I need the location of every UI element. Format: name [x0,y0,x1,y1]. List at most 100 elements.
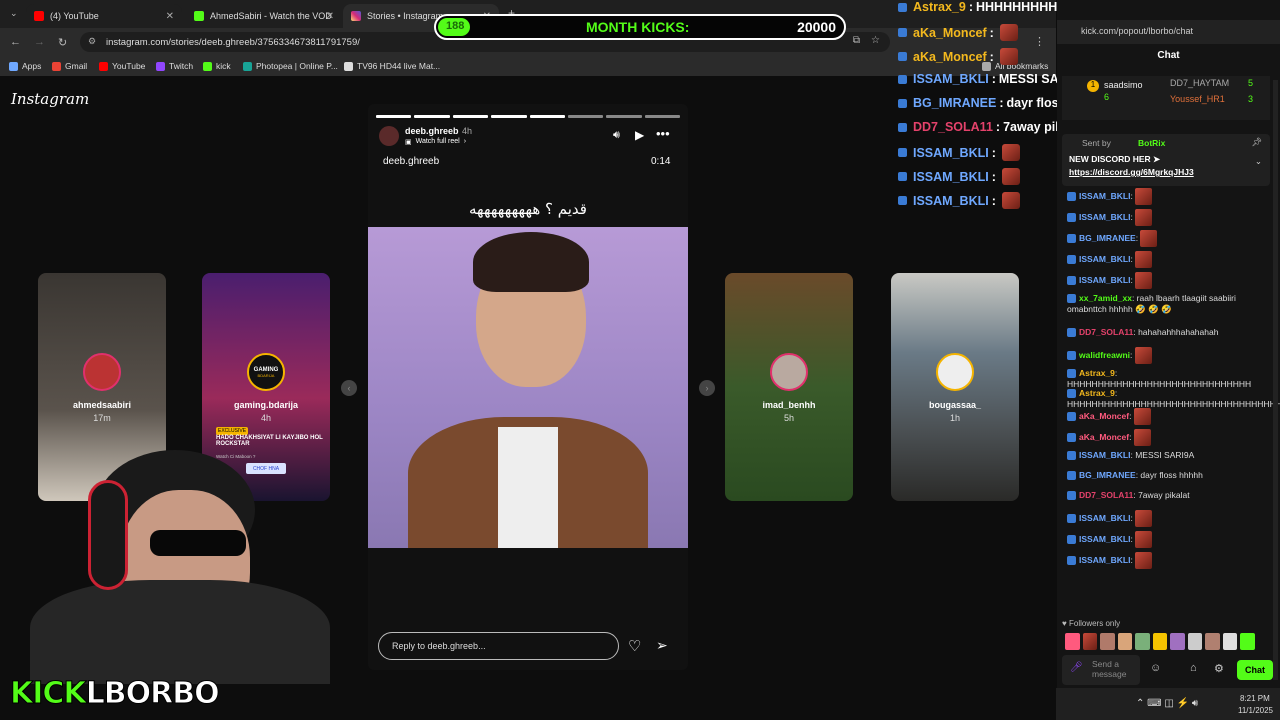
emote-icon[interactable] [1152,633,1168,650]
microphone-icon[interactable]: 🎤︎ [1070,663,1083,673]
chat-text: MESSI SARI9A [1135,450,1195,460]
tab-list-icon[interactable]: ⌄ [10,8,18,19]
badge-icon [1067,535,1076,544]
emote-icon[interactable] [1117,633,1133,650]
send-message-input[interactable]: 🎤︎ Send a message [1062,655,1140,685]
close-icon[interactable]: ✕ [326,11,334,22]
side-story-imad-benhh[interactable]: imad_benhh 5h [725,273,853,501]
rank-badge: 1 [1087,80,1099,92]
emote-icon[interactable] [1222,633,1238,650]
tab-title: Stories • Instagram [367,11,444,21]
chat-username[interactable]: Astrax_9 [1079,388,1115,398]
story-avatar[interactable] [379,126,399,146]
bookmark-photopea[interactable]: Photopea | Online P... [243,61,338,71]
story-progress-bar [376,115,680,118]
chevron-down-icon[interactable]: ⌄ [1255,156,1262,167]
pinned-message[interactable]: Sent by BotRix 📌︎ NEW DISCORD HER ➤ http… [1062,134,1270,186]
like-heart-icon[interactable]: ♡ [628,637,641,655]
emote-icon[interactable] [1100,633,1115,650]
badge-icon [1067,213,1076,222]
emote-icon[interactable] [1240,633,1256,650]
story-video[interactable] [368,227,688,548]
chat-username[interactable]: xx_7amid_xx [1079,293,1132,303]
chat-username[interactable]: aKa_Moncef [1079,432,1129,442]
close-icon[interactable]: ✕ [166,11,174,22]
twitch-icon [156,61,165,71]
bookmark-gmail[interactable]: Gmail [52,61,87,71]
chat-username[interactable]: DD7_SOLA11 [1079,327,1133,337]
play-icon[interactable]: ▶ [635,128,644,142]
emote-icon [1135,510,1153,527]
chat-username[interactable]: ISSAM_BKLI [1079,555,1130,565]
next-story-button[interactable]: › [699,380,715,396]
chat-username[interactable]: BG_IMRANEE [1079,470,1136,480]
chat-username[interactable]: ISSAM_BKLI [1079,254,1130,264]
chat-username[interactable]: ISSAM_BKLI [1079,513,1130,523]
install-app-icon[interactable]: ⧉ [853,35,860,46]
chat-username[interactable]: DD7_SOLA11 [1079,490,1133,500]
reload-icon[interactable]: ↻ [58,36,67,49]
chat-username[interactable]: ISSAM_BKLI [1079,534,1130,544]
bookmark-label: Twitch [169,61,194,71]
emote-icon[interactable] [1065,633,1080,650]
back-icon[interactable]: ← [10,36,21,48]
store-icon[interactable]: ⌂ [1190,662,1197,674]
side-story-bougassaa[interactable]: bougassaa_ 1h [891,273,1019,501]
chat-text: 7away pikalat [1138,490,1190,500]
more-options-icon[interactable]: ••• [656,126,670,141]
story-username[interactable]: deeb.ghreeb [405,126,459,136]
bookmark-tv96[interactable]: TV96 HD44 live Mat... [344,61,440,71]
chat-username[interactable]: Astrax_9 [1079,368,1115,378]
menu-kebab-icon[interactable]: ⋮ [1034,35,1045,48]
bookmark-apps[interactable]: Apps [9,61,41,71]
chat-username[interactable]: aKa_Moncef [1079,411,1129,421]
overlay-chat-line: ISSAM_BKLI: [898,192,1020,209]
bookmark-star-icon[interactable]: ☆ [871,35,880,46]
overlay-chat-line: DD7_SOLA11:7away pikalat [898,120,1084,134]
site-info-icon[interactable]: ⚙ [88,36,96,47]
logo-sub: BDARIJA [257,372,275,378]
tray-icons[interactable]: ⌃ ⌨ ◫ ⚡ 🔊︎ [1136,698,1198,709]
clock-time: 8:21 PM [1240,694,1270,703]
bookmark-youtube[interactable]: YouTube [99,61,145,71]
kick-icon [203,61,212,71]
chat-send-button[interactable]: Chat [1237,660,1273,680]
settings-gear-icon[interactable]: ⚙ [1214,662,1224,675]
story-username: gaming.bdarija [233,400,298,410]
chat-username[interactable]: ISSAM_BKLI [1079,191,1130,201]
emote-icon[interactable] [1135,633,1150,650]
previous-story-button[interactable]: ‹ [341,380,357,396]
reply-input[interactable]: Reply to deeb.ghreeb... [378,632,619,660]
chat-scrollbar[interactable] [1273,80,1278,680]
tab-youtube[interactable]: (4) YouTube ✕ [26,4,182,28]
badge-icon [898,2,907,12]
emote-icon[interactable] [1170,633,1185,650]
pin-icon[interactable]: 📌︎ [1251,137,1262,148]
chat-username[interactable]: walidfreawni [1079,350,1130,360]
chat-username[interactable]: ISSAM_BKLI [1079,275,1130,285]
emote-icon [999,24,1018,41]
chat-username[interactable]: ISSAM_BKLI [1079,450,1130,460]
chat-username: aKa_Moncef [913,25,987,40]
emote-icon[interactable] [1187,633,1203,650]
badge-icon [1067,276,1076,285]
bookmark-twitch[interactable]: Twitch [156,61,193,71]
emote-picker-icon[interactable]: ☺ [1150,662,1161,674]
chat-message: aKa_Moncef: [1067,408,1267,425]
forward-icon[interactable]: → [34,36,45,48]
instagram-logo[interactable]: Instagram [11,90,89,108]
tab-kick-vod[interactable]: AhmedSabiri - Watch the VOD ✕ [186,4,342,28]
watch-full-reel-link[interactable]: ▣ Watch full reel › [405,138,466,146]
chat-username[interactable]: ISSAM_BKLI [1079,212,1130,222]
separator: : [968,0,973,14]
apps-grid-icon [9,61,18,71]
emote-icon[interactable] [1082,633,1098,650]
badge-icon [898,148,907,157]
share-send-icon[interactable]: ➢ [656,637,668,654]
mute-icon[interactable]: 🔊︎ [613,129,620,142]
bookmark-kick[interactable]: kick [203,61,231,71]
emote-icon[interactable] [1205,633,1220,650]
pinned-link[interactable]: https://discord.gg/6MgrkqJHJ3 [1069,167,1194,177]
chat-username[interactable]: BG_IMRANEE [1079,233,1136,243]
story-overlay-text: قديم ؟ هههههههههه [469,200,587,218]
